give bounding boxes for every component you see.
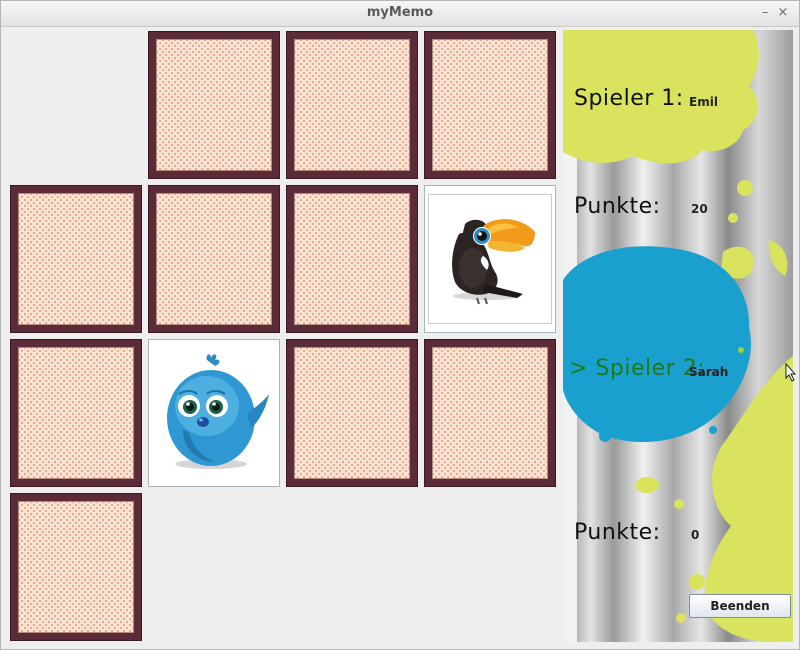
- card-back-pattern: [294, 347, 410, 479]
- mouse-cursor-icon: [785, 363, 797, 382]
- card-back-pattern: [432, 39, 548, 171]
- player1-name: Emil: [689, 95, 718, 109]
- memory-card[interactable]: [10, 493, 142, 641]
- app-window: myMemo – × Spieler 1: Emil Punkte: 20 > …: [0, 0, 800, 650]
- player1-label: Spieler 1:: [574, 86, 684, 111]
- card-back-pattern: [156, 39, 272, 171]
- paint-splash-background: [563, 30, 793, 642]
- memory-card[interactable]: [424, 31, 556, 179]
- card-back-pattern: [18, 347, 134, 479]
- memory-card[interactable]: [286, 31, 418, 179]
- player2-points: 0: [691, 528, 700, 542]
- player1-points: 20: [691, 202, 708, 216]
- card-back-pattern: [294, 193, 410, 325]
- title-bar[interactable]: myMemo – ×: [1, 1, 799, 27]
- memory-card[interactable]: [148, 185, 280, 333]
- memory-card[interactable]: [424, 339, 556, 487]
- scoreboard-panel: Spieler 1: Emil Punkte: 20 > Spieler 2: …: [563, 30, 793, 642]
- memory-card-revealed[interactable]: [424, 185, 556, 333]
- player2-points-label: Punkte:: [574, 520, 661, 545]
- card-back-pattern: [18, 193, 134, 325]
- memory-card-revealed[interactable]: [148, 339, 280, 487]
- player2-label-active: > Spieler 2:: [569, 356, 706, 381]
- card-back-pattern: [18, 501, 134, 633]
- end-game-button[interactable]: Beenden: [689, 594, 791, 618]
- card-back-pattern: [432, 347, 548, 479]
- player2-name: Sarah: [689, 365, 729, 379]
- window-title: myMemo: [366, 5, 434, 20]
- memory-card[interactable]: [286, 339, 418, 487]
- memory-card[interactable]: [10, 185, 142, 333]
- player1-points-label: Punkte:: [574, 194, 661, 219]
- card-back-pattern: [294, 39, 410, 171]
- memory-board: [1, 26, 561, 648]
- toucan-icon: [452, 219, 535, 305]
- close-button[interactable]: ×: [775, 5, 791, 21]
- memory-card[interactable]: [286, 185, 418, 333]
- blue-bird-icon: [167, 354, 269, 469]
- memory-card[interactable]: [10, 339, 142, 487]
- card-back-pattern: [156, 193, 272, 325]
- memory-card[interactable]: [148, 31, 280, 179]
- minimize-button[interactable]: –: [757, 5, 773, 21]
